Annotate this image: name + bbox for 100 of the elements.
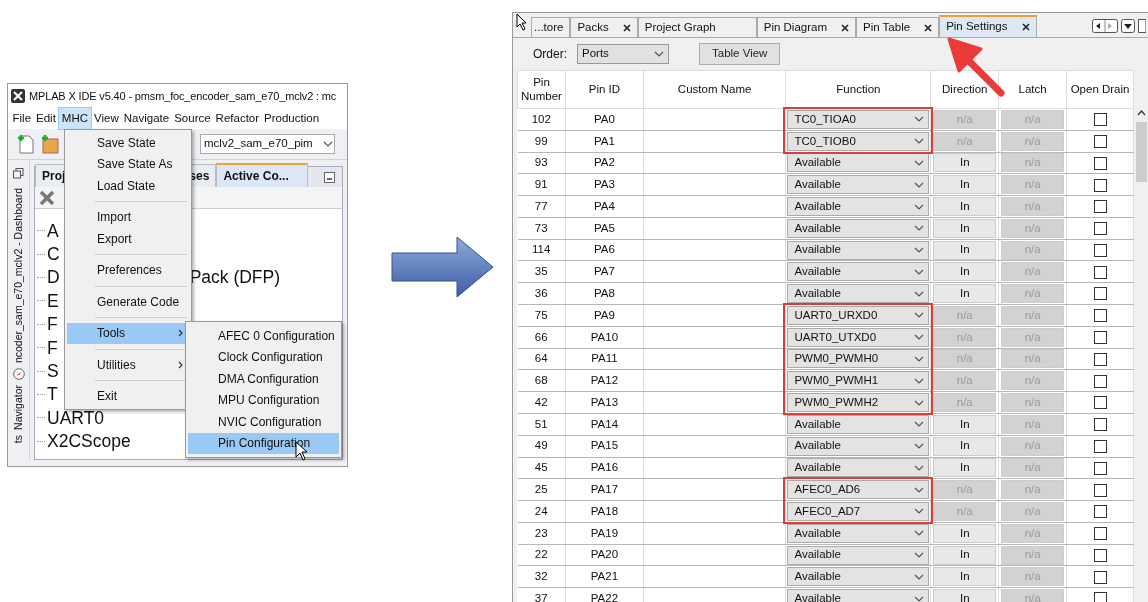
menu-item[interactable]: Import <box>67 206 189 228</box>
close-icon[interactable] <box>841 23 849 32</box>
column-header[interactable]: Custom Name <box>643 70 786 109</box>
function-dropdown[interactable]: Available <box>787 589 930 602</box>
direction-field[interactable]: In <box>933 589 997 602</box>
checkbox[interactable] <box>1093 592 1107 602</box>
scrollbar[interactable] <box>1134 70 1148 602</box>
close-icon[interactable] <box>622 23 631 32</box>
scrollbar-thumb[interactable] <box>1135 122 1147 182</box>
tree-item[interactable]: X2CScope <box>47 428 131 455</box>
direction-field[interactable]: In <box>933 197 997 216</box>
menu-bar-item[interactable]: Source <box>171 107 214 130</box>
restore-window-icon[interactable] <box>13 168 24 179</box>
checkbox[interactable] <box>1093 156 1107 170</box>
direction-field[interactable]: In <box>933 175 997 195</box>
checkbox[interactable] <box>1093 439 1107 453</box>
checkbox[interactable] <box>1093 287 1107 301</box>
checkbox[interactable] <box>1093 135 1107 148</box>
new-project-icon[interactable] <box>40 133 60 155</box>
checkbox[interactable] <box>1093 331 1107 345</box>
direction-field[interactable]: In <box>933 284 997 304</box>
function-dropdown[interactable]: Available <box>787 240 930 260</box>
column-header[interactable]: Pin ID <box>565 70 644 109</box>
function-dropdown[interactable]: TC0_TIOB0 <box>787 131 930 151</box>
menu-item[interactable]: Generate Code <box>67 291 189 313</box>
function-dropdown[interactable]: PWM0_PWMH2 <box>787 393 930 413</box>
side-tab[interactable]: ncoder_sam_e70_mclv2 - Dashboard <box>10 188 27 364</box>
function-dropdown[interactable]: PWM0_PWMH1 <box>787 371 930 391</box>
direction-field[interactable]: In <box>933 545 997 565</box>
menu-item[interactable]: Export <box>67 228 189 250</box>
function-dropdown[interactable]: Available <box>787 436 930 456</box>
new-file-icon[interactable] <box>16 133 36 155</box>
close-icon[interactable] <box>924 23 933 32</box>
checkbox[interactable] <box>1093 418 1107 432</box>
menu-item[interactable]: NVIC Configuration <box>188 411 339 433</box>
checkbox[interactable] <box>1093 527 1107 541</box>
submenu-item[interactable]: Utilities <box>67 354 189 376</box>
checkbox[interactable] <box>1093 178 1107 192</box>
table-view-button[interactable]: Table View <box>699 43 781 65</box>
menu-bar-item[interactable]: MHC <box>58 106 92 131</box>
menu-bar-item[interactable]: Refactor <box>213 107 262 130</box>
menu-bar-item[interactable]: Navigate <box>121 107 172 130</box>
direction-field[interactable]: In <box>933 567 997 587</box>
menu-item[interactable]: AFEC 0 Configuration <box>188 325 339 347</box>
direction-field[interactable]: In <box>933 262 997 282</box>
maximize-icon[interactable] <box>1138 19 1146 33</box>
function-dropdown[interactable]: UART0_URXD0 <box>787 305 930 325</box>
editor-tab[interactable]: Pin Diagram <box>756 17 856 37</box>
column-header[interactable]: Function <box>785 70 931 109</box>
checkbox[interactable] <box>1093 243 1107 257</box>
function-dropdown[interactable]: Available <box>787 545 930 565</box>
menu-bar-item[interactable]: File <box>10 107 34 130</box>
function-dropdown[interactable]: Available <box>787 458 930 478</box>
tab-list-icon[interactable] <box>1121 19 1135 33</box>
menu-item[interactable]: DMA Configuration <box>188 368 339 390</box>
checkbox[interactable] <box>1093 309 1107 323</box>
function-dropdown[interactable]: AFEC0_AD7 <box>787 501 930 521</box>
menu-item[interactable]: Preferences <box>67 259 189 281</box>
column-header[interactable]: Open Drain <box>1066 70 1134 109</box>
order-dropdown[interactable]: Ports <box>577 44 669 64</box>
checkbox[interactable] <box>1093 113 1107 127</box>
function-dropdown[interactable]: Available <box>787 218 930 238</box>
close-icon[interactable] <box>1021 23 1030 31</box>
function-dropdown[interactable]: UART0_UTXD0 <box>787 327 930 347</box>
menu-bar-item[interactable]: View <box>91 107 122 130</box>
checkbox[interactable] <box>1093 483 1107 497</box>
function-dropdown[interactable]: PWM0_PWMH0 <box>787 349 930 369</box>
scroll-up-icon[interactable] <box>1136 110 1146 116</box>
direction-field[interactable]: In <box>933 436 997 456</box>
menu-item[interactable]: Clock Configuration <box>188 346 339 368</box>
function-dropdown[interactable]: Available <box>787 262 930 282</box>
editor-tab[interactable]: Pin Settings <box>939 15 1037 37</box>
checkbox[interactable] <box>1093 222 1107 236</box>
editor-tab[interactable]: Pin Table <box>856 17 940 37</box>
column-header[interactable]: Pin Number <box>517 70 566 109</box>
function-dropdown[interactable]: TC0_TIOA0 <box>787 109 930 129</box>
side-tab[interactable]: ts <box>10 435 27 444</box>
function-dropdown[interactable]: Available <box>787 284 930 304</box>
checkbox[interactable] <box>1093 548 1107 562</box>
checkbox[interactable] <box>1093 200 1107 214</box>
panel-tab[interactable]: Active Co... <box>216 163 309 187</box>
direction-field[interactable]: In <box>933 414 997 434</box>
menu-bar-item[interactable]: Edit <box>33 107 59 130</box>
editor-tab[interactable]: Project Graph <box>637 17 757 37</box>
menu-item[interactable]: Save State <box>67 132 189 154</box>
checkbox[interactable] <box>1093 461 1107 475</box>
checkbox[interactable] <box>1093 352 1107 366</box>
configuration-dropdown[interactable]: mclv2_sam_e70_pim <box>200 134 335 154</box>
column-header[interactable]: Latch <box>998 70 1067 109</box>
function-dropdown[interactable]: Available <box>787 175 930 195</box>
menu-item[interactable]: Exit <box>67 385 189 407</box>
checkbox[interactable] <box>1093 570 1107 584</box>
editor-tab[interactable]: ...tore <box>531 17 571 37</box>
direction-field[interactable]: In <box>933 458 997 478</box>
side-tab[interactable]: Navigator <box>10 385 27 431</box>
function-dropdown[interactable]: AFEC0_AD6 <box>787 480 930 500</box>
direction-field[interactable]: In <box>933 523 997 543</box>
direction-field[interactable]: In <box>933 240 997 260</box>
checkbox[interactable] <box>1093 505 1107 519</box>
function-dropdown[interactable]: Available <box>787 197 930 216</box>
